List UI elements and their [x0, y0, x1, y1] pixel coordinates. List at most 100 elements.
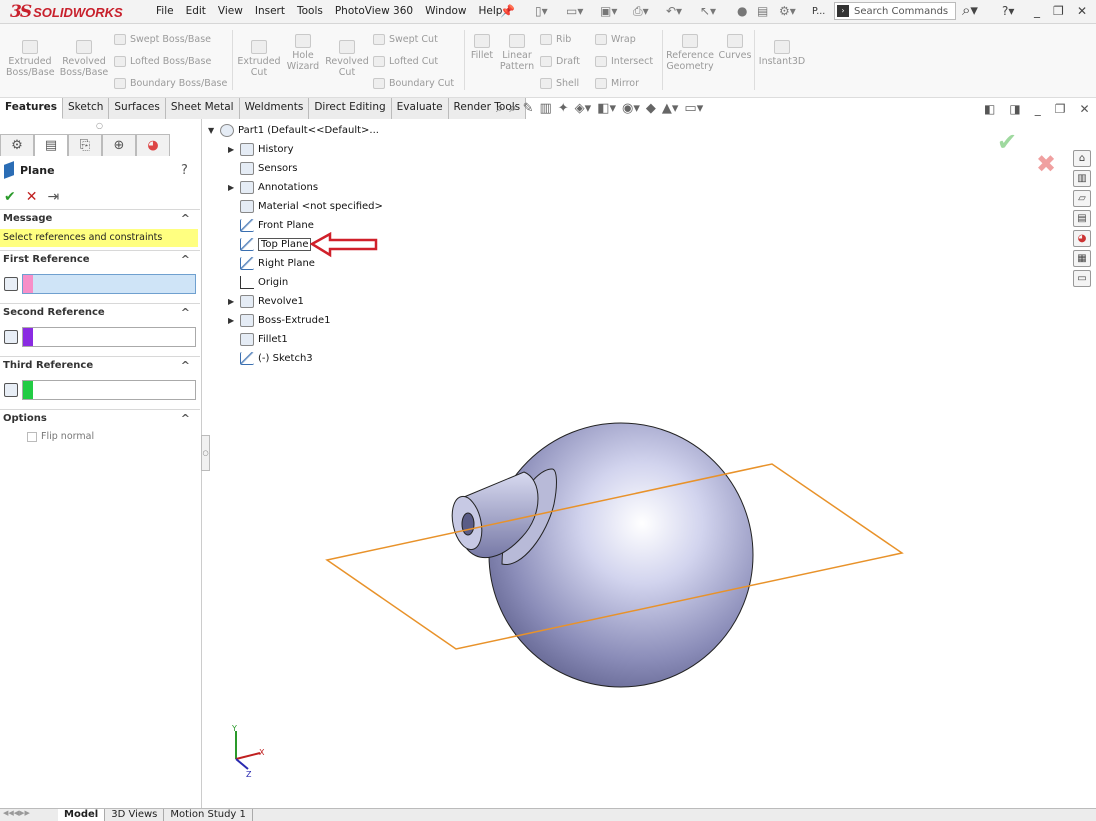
tree-item-material[interactable]: Material <not specified> — [228, 200, 383, 213]
tree-item-sensors[interactable]: Sensors — [228, 162, 298, 175]
revolved-cut-button[interactable]: Revolved Cut — [324, 40, 370, 78]
search-commands[interactable]: › Search Commands — [834, 2, 956, 20]
section-view-icon[interactable]: ▥ — [539, 101, 551, 116]
extruded-cut-button[interactable]: Extruded Cut — [236, 40, 282, 78]
previous-view-icon[interactable]: ✎ — [523, 101, 534, 116]
hide-show-icon[interactable]: ◉▾ — [622, 101, 640, 116]
forum-icon[interactable]: ▭ — [1073, 270, 1091, 287]
tree-item-history[interactable]: ▶ History — [228, 143, 294, 156]
fillet-button[interactable]: Fillet — [468, 34, 496, 61]
pushpin-icon[interactable]: ⇥ — [47, 189, 59, 205]
help-icon[interactable]: ?▾ — [1002, 4, 1014, 18]
collapse-chevron-icon[interactable]: ^ — [181, 412, 190, 425]
swept-cut-button[interactable]: Swept Cut — [373, 34, 438, 45]
undo-icon[interactable]: ↶▾ — [666, 4, 682, 18]
tree-item-top-plane[interactable]: Top Plane — [228, 238, 312, 251]
viewport-restore-icon[interactable]: ❐ — [1055, 102, 1066, 116]
options-gear-icon[interactable]: ⚙▾ — [779, 4, 796, 18]
appearances-icon[interactable]: ◕ — [1073, 230, 1091, 247]
tab-evaluate[interactable]: Evaluate — [391, 98, 449, 119]
property-manager-tab-icon[interactable]: ▤ — [34, 134, 68, 156]
tab-features[interactable]: Features — [0, 98, 63, 119]
display-style-icon[interactable]: ◧▾ — [597, 101, 616, 116]
collapse-chevron-icon[interactable]: ^ — [181, 306, 190, 319]
menu-window[interactable]: Window — [419, 5, 472, 17]
sphere-body[interactable] — [488, 422, 754, 688]
message-section-header[interactable]: Message ^ — [0, 209, 200, 227]
tab-sheet-metal[interactable]: Sheet Metal — [165, 98, 240, 119]
collapse-chevron-icon[interactable]: ^ — [181, 253, 190, 266]
pin-icon[interactable]: 📌 — [500, 4, 515, 18]
confirm-ok-icon[interactable]: ✔ — [997, 128, 1017, 156]
apply-scene-icon[interactable]: ▲▾ — [662, 101, 679, 116]
tab-direct-editing[interactable]: Direct Editing — [309, 98, 392, 119]
tree-item-front-plane[interactable]: Front Plane — [228, 219, 314, 232]
curves-button[interactable]: Curves — [718, 34, 752, 61]
solidworks-logo[interactable]: 3S SOLIDWORKS — [10, 1, 130, 23]
flip-normal-option[interactable]: Flip normal — [27, 431, 94, 442]
swept-boss-button[interactable]: Swept Boss/Base — [114, 34, 211, 45]
ok-check-icon[interactable]: ✔ — [4, 189, 16, 205]
menu-edit[interactable]: Edit — [180, 5, 212, 17]
print-icon[interactable]: ⎙▾ — [633, 4, 649, 19]
panel-grip-icon[interactable]: ○ — [96, 121, 103, 130]
file-properties-icon[interactable]: ▤ — [757, 4, 768, 18]
menu-view[interactable]: View — [212, 5, 249, 17]
new-document-icon[interactable]: ▯▾ — [535, 4, 548, 18]
expand-arrow-icon[interactable]: ▶ — [228, 183, 236, 192]
extruded-boss-button[interactable]: Extruded Boss/Base — [6, 40, 55, 78]
options-header[interactable]: Options ^ — [0, 409, 200, 427]
tab-scroll-arrows-icon[interactable]: ◀◀◀▶▶ — [0, 809, 58, 821]
revolved-boss-button[interactable]: Revolved Boss/Base — [59, 40, 109, 78]
menu-photoview[interactable]: PhotoView 360 — [329, 5, 419, 17]
viewport-minimize-icon[interactable]: _ — [1035, 102, 1041, 116]
wrap-button[interactable]: Wrap — [595, 34, 636, 45]
expand-arrow-icon[interactable]: ▶ — [228, 297, 236, 306]
shell-button[interactable]: Shell — [540, 78, 579, 89]
linear-pattern-button[interactable]: Linear Pattern — [498, 34, 536, 72]
tree-item-boss-extrude1[interactable]: ▶ Boss-Extrude1 — [228, 314, 330, 327]
view-orientation-icon[interactable]: ◈▾ — [575, 101, 592, 116]
zoom-to-fit-icon[interactable]: ⌕ — [496, 101, 503, 116]
tab-motion-study[interactable]: Motion Study 1 — [164, 809, 253, 821]
second-reference-header[interactable]: Second Reference ^ — [0, 303, 200, 321]
dimxpert-manager-tab-icon[interactable]: ⊕ — [102, 134, 136, 156]
mirror-button[interactable]: Mirror — [595, 78, 639, 89]
home-icon[interactable]: ⌂ — [1073, 150, 1091, 167]
open-icon[interactable]: ▭▾ — [566, 4, 583, 18]
collapse-chevron-icon[interactable]: ^ — [181, 359, 190, 372]
menu-tools[interactable]: Tools — [291, 5, 329, 17]
boss-hole[interactable] — [461, 512, 475, 536]
view-settings-icon[interactable]: ▭▾ — [684, 101, 703, 116]
expand-arrow-icon[interactable]: ▼ — [208, 126, 216, 135]
first-reference-selection-box[interactable] — [22, 274, 196, 294]
third-reference-selection-box[interactable] — [22, 380, 196, 400]
restore-icon[interactable]: ❐ — [1053, 4, 1064, 18]
configuration-manager-tab-icon[interactable]: ⎘ — [68, 134, 102, 156]
instant3d-button[interactable]: Instant3D — [758, 40, 806, 67]
edit-appearance-icon[interactable]: ◆ — [646, 101, 656, 116]
tab-model[interactable]: Model — [58, 809, 106, 821]
tree-item-origin[interactable]: Origin — [228, 276, 288, 289]
first-reference-header[interactable]: First Reference ^ — [0, 250, 200, 268]
graphics-area[interactable]: Y X Z — [202, 119, 1096, 809]
menu-insert[interactable]: Insert — [249, 5, 291, 17]
zoom-to-area-icon[interactable]: ⌕ — [509, 101, 516, 116]
flip-normal-checkbox[interactable] — [27, 431, 37, 442]
select-icon[interactable]: ↖▾ — [700, 4, 716, 18]
hole-wizard-button[interactable]: Hole Wizard — [284, 34, 322, 72]
tree-item-right-plane[interactable]: Right Plane — [228, 257, 315, 270]
confirm-cancel-icon[interactable]: ✖ — [1036, 150, 1056, 178]
lofted-boss-button[interactable]: Lofted Boss/Base — [114, 56, 211, 67]
tile-left-icon[interactable]: ◧ — [984, 102, 995, 116]
cancel-x-icon[interactable]: ✕ — [26, 189, 38, 205]
boundary-boss-button[interactable]: Boundary Boss/Base — [114, 78, 227, 89]
tree-item-revolve1[interactable]: ▶ Revolve1 — [228, 295, 304, 308]
lofted-cut-button[interactable]: Lofted Cut — [373, 56, 438, 67]
expand-arrow-icon[interactable]: ▶ — [228, 316, 236, 325]
third-reference-header[interactable]: Third Reference ^ — [0, 356, 200, 374]
rib-button[interactable]: Rib — [540, 34, 571, 45]
tree-item-part1[interactable]: ▼ Part1 (Default<<Default>... — [208, 124, 379, 137]
rebuild-icon[interactable]: ● — [737, 4, 747, 18]
custom-properties-icon[interactable]: ▦ — [1073, 250, 1091, 267]
